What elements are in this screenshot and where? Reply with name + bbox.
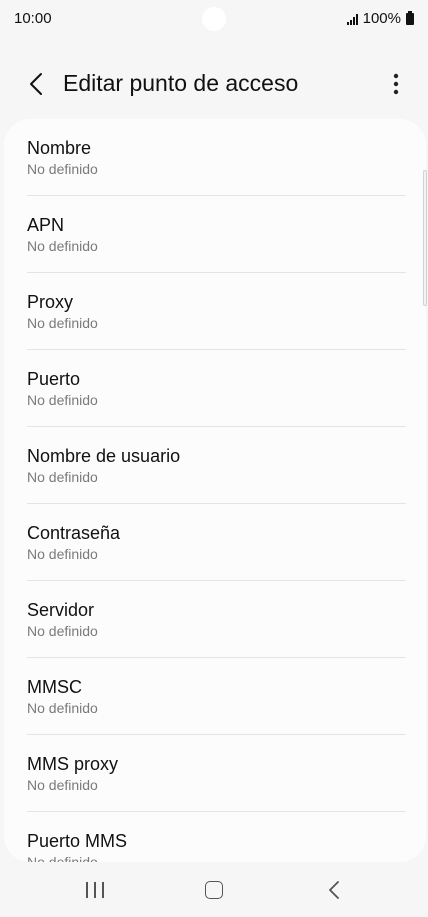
nav-back-button[interactable] [326, 880, 344, 900]
recents-button[interactable] [86, 882, 104, 898]
battery-percentage: 100% [362, 10, 401, 27]
status-time: 10:00 [14, 10, 52, 27]
more-options-button[interactable] [386, 68, 406, 100]
settings-card: Nombre No definido APN No definido Proxy… [4, 119, 426, 862]
setting-label: Puerto [27, 369, 81, 389]
setting-value: No definido [27, 315, 98, 331]
setting-label: Puerto MMS [27, 831, 128, 851]
setting-value: No definido [27, 546, 98, 562]
setting-item-nombre[interactable]: Nombre No definido [4, 119, 426, 196]
setting-item-apn[interactable]: APN No definido [4, 196, 426, 273]
back-icon [329, 881, 339, 899]
setting-label: Proxy [27, 292, 74, 312]
setting-item-nombre-de-usuario[interactable]: Nombre de usuario No definido [4, 427, 426, 504]
status-indicators: 100% [346, 10, 414, 27]
battery-icon [406, 10, 414, 25]
scrollbar[interactable] [423, 170, 427, 306]
home-button[interactable] [205, 881, 223, 899]
setting-item-proxy[interactable]: Proxy No definido [4, 273, 426, 350]
setting-value: No definido [27, 854, 98, 862]
setting-value: No definido [27, 777, 98, 793]
setting-label: MMSC [27, 677, 82, 697]
setting-item-puerto[interactable]: Puerto No definido [4, 350, 426, 427]
setting-label: MMS proxy [27, 754, 119, 774]
setting-item-servidor[interactable]: Servidor No definido [4, 581, 426, 658]
setting-label: APN [27, 215, 65, 235]
setting-value: No definido [27, 161, 98, 177]
setting-item-mms-proxy[interactable]: MMS proxy No definido [4, 735, 426, 812]
settings-list: Nombre No definido APN No definido Proxy… [4, 119, 426, 862]
chevron-left-icon [30, 73, 42, 95]
setting-value: No definido [27, 700, 98, 716]
navigation-bar [0, 862, 428, 917]
status-bar: 10:00 100% [0, 0, 428, 38]
screen: 10:00 100% Editar punto de acceso Nombre… [0, 0, 428, 917]
setting-label: Nombre [27, 138, 92, 158]
setting-item-contrasena[interactable]: Contraseña No definido [4, 504, 426, 581]
more-vertical-icon [393, 73, 399, 95]
page-title: Editar punto de acceso [63, 70, 299, 96]
setting-label: Contraseña [27, 523, 121, 543]
setting-value: No definido [27, 623, 98, 639]
setting-value: No definido [27, 392, 98, 408]
recents-icon [86, 882, 88, 898]
back-button[interactable] [20, 68, 52, 100]
setting-label: Servidor [27, 600, 95, 620]
setting-value: No definido [27, 469, 98, 485]
camera-cutout [202, 7, 226, 31]
setting-value: No definido [27, 238, 98, 254]
signal-icon [346, 13, 358, 25]
setting-item-puerto-mms[interactable]: Puerto MMS No definido [4, 812, 426, 862]
setting-label: Nombre de usuario [27, 446, 181, 466]
setting-item-mmsc[interactable]: MMSC No definido [4, 658, 426, 735]
app-bar: Editar punto de acceso [0, 58, 428, 110]
